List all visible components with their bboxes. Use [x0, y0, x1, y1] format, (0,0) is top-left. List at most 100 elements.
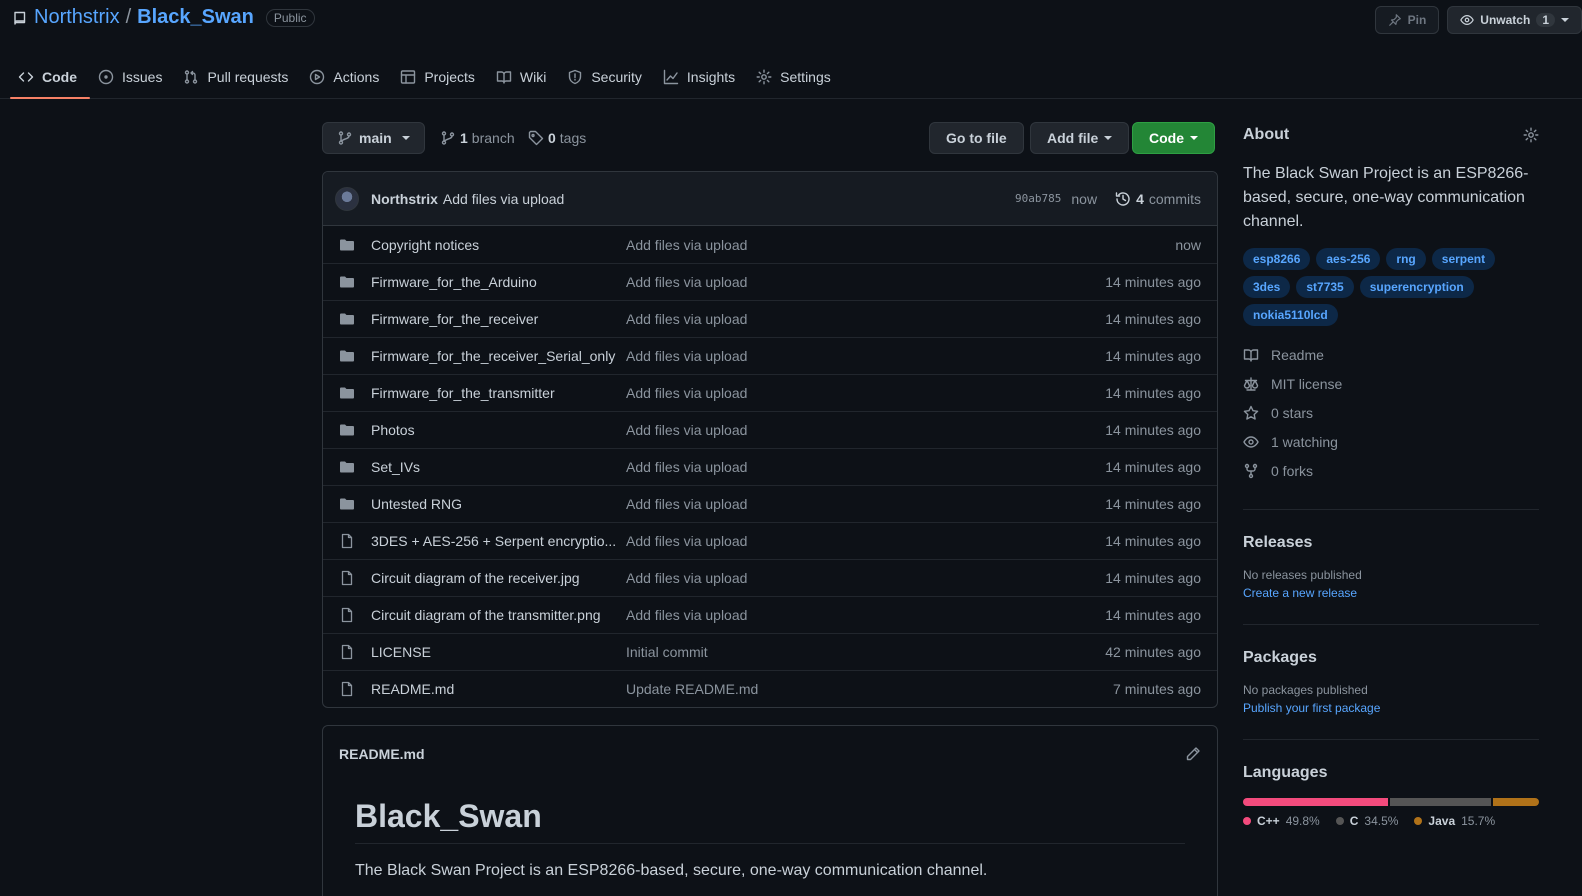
topic-tag[interactable]: aes-256: [1316, 248, 1381, 270]
unwatch-label: Unwatch: [1480, 13, 1531, 27]
file-commit-message-link[interactable]: Add files via upload: [626, 311, 1105, 327]
forks-link[interactable]: 0 forks: [1243, 456, 1539, 485]
file-name-link[interactable]: Firmware_for_the_receiver: [371, 311, 626, 327]
topic-tag[interactable]: nokia5110lcd: [1243, 304, 1338, 326]
file-name-link[interactable]: Photos: [371, 422, 626, 438]
tab-actions[interactable]: Actions: [301, 55, 392, 98]
file-commit-message-link[interactable]: Add files via upload: [626, 496, 1105, 512]
table-row[interactable]: Photos Add files via upload 14 minutes ago: [323, 411, 1217, 448]
table-row[interactable]: Set_IVs Add files via upload 14 minutes ag…: [323, 448, 1217, 485]
file-commit-message-link[interactable]: Update README.md: [626, 681, 1113, 697]
license-link[interactable]: MIT license: [1243, 369, 1539, 398]
folder-icon: [340, 424, 354, 436]
branches-link[interactable]: 1 branch: [440, 130, 515, 146]
topic-tag[interactable]: serpent: [1431, 248, 1496, 270]
avatar[interactable]: [335, 186, 359, 211]
file-name-link[interactable]: README.md: [371, 681, 626, 697]
language-item[interactable]: C++ 49.8%: [1243, 814, 1320, 828]
file-commit-message-link[interactable]: Add files via upload: [626, 533, 1105, 549]
code-dropdown-button[interactable]: Code: [1132, 122, 1215, 154]
tab-issues[interactable]: Issues: [90, 55, 175, 98]
readme-link[interactable]: Readme: [1243, 340, 1539, 369]
add-file-button[interactable]: Add file: [1030, 122, 1130, 154]
history-icon: [1115, 191, 1130, 206]
file-commit-time: 14 minutes ago: [1105, 311, 1201, 327]
topic-tag[interactable]: rng: [1386, 248, 1426, 270]
file-commit-message-link[interactable]: Add files via upload: [626, 422, 1105, 438]
stars-link[interactable]: 0 stars: [1243, 398, 1539, 427]
pin-icon: [1388, 14, 1401, 26]
releases-title[interactable]: Releases: [1243, 534, 1539, 552]
file-name-link[interactable]: Copyright notices: [371, 237, 626, 253]
file-commit-message-link[interactable]: Add files via upload: [626, 459, 1105, 475]
tab-wiki[interactable]: Wiki: [488, 55, 559, 98]
tab-pull-requests[interactable]: Pull requests: [175, 55, 301, 98]
tab-projects[interactable]: Projects: [392, 55, 488, 98]
commit-sha-link[interactable]: 90ab785: [1015, 192, 1061, 205]
language-percent: 15.7%: [1461, 814, 1496, 828]
commits-history-link[interactable]: 4 commits: [1115, 191, 1201, 207]
file-commit-message-link[interactable]: Initial commit: [626, 644, 1105, 660]
file-commit-message-link[interactable]: Add files via upload: [626, 607, 1105, 623]
file-name-link[interactable]: Set_IVs: [371, 459, 626, 475]
table-row[interactable]: Untested RNG Add files via upload 14 minut…: [323, 485, 1217, 522]
table-row[interactable]: Firmware_for_the_transmitter Add files vi…: [323, 374, 1217, 411]
branch-select-button[interactable]: main: [322, 122, 425, 154]
watchers-link[interactable]: 1 watching: [1243, 427, 1539, 456]
unwatch-button[interactable]: Unwatch 1: [1447, 6, 1582, 34]
tab-security[interactable]: Security: [559, 55, 655, 98]
table-row[interactable]: LICENSE Initial commit 42 minutes ago: [323, 633, 1217, 670]
tab-code[interactable]: Code: [10, 55, 90, 99]
file-name-link[interactable]: Firmware_for_the_transmitter: [371, 385, 626, 401]
topic-tag[interactable]: st7735: [1296, 276, 1354, 298]
file-commit-time: 14 minutes ago: [1105, 607, 1201, 623]
pin-button[interactable]: Pin: [1374, 6, 1440, 34]
repo-name-link[interactable]: Black_Swan: [137, 6, 254, 29]
file-commit-message-link[interactable]: Add files via upload: [626, 237, 1175, 253]
topic-tag[interactable]: 3des: [1243, 276, 1291, 298]
file-commit-message-link[interactable]: Add files via upload: [626, 570, 1105, 586]
pencil-icon[interactable]: [1185, 746, 1201, 762]
file-name-link[interactable]: Circuit diagram of the receiver.jpg: [371, 570, 626, 586]
repo-owner-link[interactable]: Northstrix: [34, 6, 120, 29]
topic-tag[interactable]: superencryption: [1359, 276, 1474, 298]
file-name-link[interactable]: Circuit diagram of the transmitter.png: [371, 607, 626, 623]
table-row[interactable]: Copyright notices Add files via upload now: [323, 226, 1217, 263]
watchers-link-label: 1 watching: [1271, 433, 1338, 450]
table-row[interactable]: Circuit diagram of the transmitter.png Ad…: [323, 596, 1217, 633]
table-row[interactable]: Firmware_for_the_receiver Add files via u…: [323, 300, 1217, 337]
file-commit-time: 14 minutes ago: [1105, 385, 1201, 401]
shield-icon: [569, 69, 582, 84]
file-commit-message-link[interactable]: Add files via upload: [626, 385, 1105, 401]
language-item[interactable]: Java 15.7%: [1414, 814, 1495, 828]
packages-title[interactable]: Packages: [1243, 649, 1539, 667]
file-name-link[interactable]: LICENSE: [371, 644, 626, 660]
tab-settings[interactable]: Settings: [748, 55, 844, 98]
table-row[interactable]: README.md Update README.md 7 minutes ago: [323, 670, 1217, 707]
forks-link-label: 0 forks: [1271, 462, 1314, 479]
publish-package-link[interactable]: Publish your first package: [1243, 701, 1539, 715]
language-item[interactable]: C 34.5%: [1335, 814, 1398, 828]
table-row[interactable]: Circuit diagram of the receiver.jpg Add f…: [323, 559, 1217, 596]
go-to-file-button[interactable]: Go to file: [929, 122, 1024, 154]
file-name-link[interactable]: 3DES + AES-256 + Serpent encryptio...: [371, 533, 626, 549]
file-name-link[interactable]: Untested RNG: [371, 496, 626, 512]
file-name-link[interactable]: Firmware_for_the_Arduino: [371, 274, 626, 290]
commit-author-link[interactable]: Northstrix: [371, 191, 438, 207]
create-release-link[interactable]: Create a new release: [1243, 586, 1539, 600]
chevron-down-icon: [1561, 18, 1569, 22]
table-row[interactable]: 3DES + AES-256 + Serpent encryptio... Add…: [323, 522, 1217, 559]
tab-insights[interactable]: Insights: [655, 55, 748, 98]
eye-icon: [1243, 435, 1259, 448]
topic-tag[interactable]: esp8266: [1243, 248, 1311, 270]
commit-message-link[interactable]: Add files via upload: [443, 191, 564, 207]
table-row[interactable]: Firmware_for_the_Arduino Add files via up…: [323, 263, 1217, 300]
file-name-link[interactable]: Firmware_for_the_receiver_Serial_only: [371, 348, 626, 364]
table-row[interactable]: Firmware_for_the_receiver_Serial_only Add…: [323, 337, 1217, 374]
file-commit-message-link[interactable]: Add files via upload: [626, 274, 1105, 290]
tab-label: Actions: [333, 68, 380, 85]
repo-separator: /: [125, 6, 132, 28]
file-commit-message-link[interactable]: Add files via upload: [626, 348, 1105, 364]
tags-link[interactable]: 0 tags: [528, 130, 586, 146]
gear-icon[interactable]: [1523, 127, 1539, 143]
